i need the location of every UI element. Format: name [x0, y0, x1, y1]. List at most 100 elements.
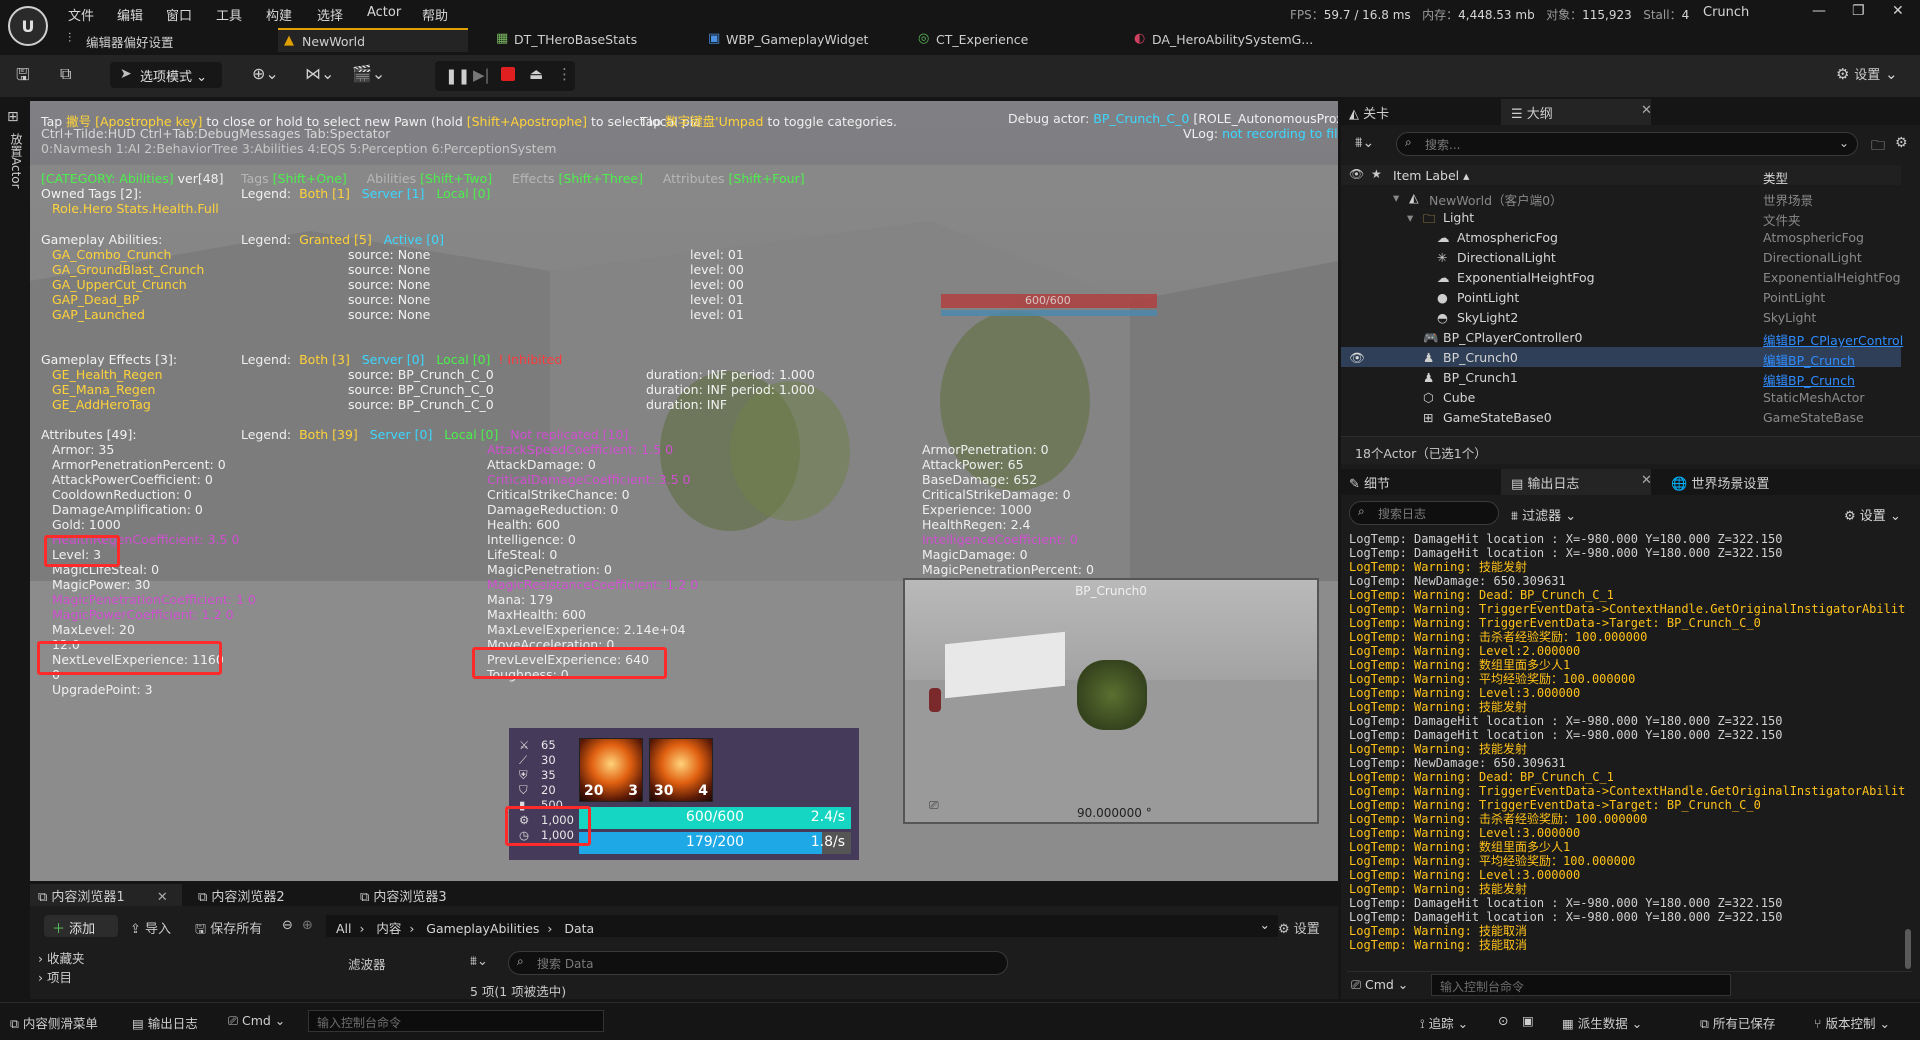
menu-actor[interactable]: Actor — [367, 5, 401, 20]
cb-search-input[interactable]: ⌕ 搜索 Data — [508, 951, 1008, 975]
trace-button[interactable]: ⟟ 追踪 ⌄ — [1420, 1013, 1468, 1032]
output-log-button[interactable]: ▤ 输出日志 — [132, 1013, 198, 1032]
cmd-selector[interactable]: ⎚ Cmd ⌄ — [228, 1013, 285, 1029]
outliner-row[interactable]: ◓ SkyLight2 SkyLight — [1341, 307, 1901, 327]
item-label-column[interactable]: Item Label ▴ — [1393, 168, 1469, 183]
tab-content-browser-3[interactable]: ⧉ 内容浏览器3 — [360, 886, 447, 905]
outliner-row[interactable]: ♟ BP_Crunch0 编辑BP_Crunch 👁 — [1341, 347, 1901, 368]
log-cmd-selector[interactable]: ⎚ Cmd ⌄ — [1351, 977, 1408, 993]
menu-build[interactable]: 构建 — [266, 5, 292, 24]
tab-content-browser-1[interactable]: ⧉ 内容浏览器1 ✕ — [38, 886, 168, 905]
outliner-row[interactable]: ▾ ◭ NewWorld（客户端0） 世界场景 — [1341, 187, 1901, 208]
menu-file[interactable]: 文件 — [68, 5, 94, 24]
cinematics-icon[interactable]: 🎬⌄ — [352, 64, 385, 83]
outliner-row[interactable]: ✳ DirectionalLight DirectionalLight — [1341, 247, 1901, 267]
tab-content-browser-2[interactable]: ⧉ 内容浏览器2 — [198, 886, 285, 905]
tab-levels[interactable]: ◭ 关卡 — [1349, 103, 1389, 122]
type-column[interactable]: 类型 — [1763, 168, 1788, 187]
forward-icon[interactable]: ⊕ — [302, 918, 313, 933]
expand-arrow-icon[interactable]: ▾ — [1407, 210, 1413, 225]
record-icon[interactable]: ⊙ — [1498, 1013, 1508, 1028]
content-drawer-button[interactable]: ⧉ 内容侧滑菜单 — [10, 1013, 98, 1032]
favorites-node[interactable]: › 收藏夹 — [38, 948, 338, 967]
outliner-row[interactable]: ▾ 🗀 Light 文件夹 — [1341, 207, 1901, 228]
tab-editor-preferences[interactable]: ⫶ 编辑器偏好设置 — [62, 28, 262, 52]
outliner-row[interactable]: ● PointLight PointLight — [1341, 287, 1901, 307]
place-actors-icon[interactable]: ⊞ — [7, 109, 19, 125]
selection-mode-button[interactable]: ➤ 选项模式 ⌄ — [110, 62, 222, 88]
close-outliner-icon[interactable]: ✕ — [1641, 103, 1652, 118]
crumb-content[interactable]: 内容 — [376, 921, 401, 936]
tab-wbp-gameplaywidget[interactable]: ▣ WBP_GameplayWidget — [702, 28, 902, 52]
log-search-input[interactable]: ⌕ 搜索日志 — [1349, 501, 1499, 525]
cb-settings-button[interactable]: ⚙ 设置 — [1278, 918, 1320, 937]
crumb-data[interactable]: Data — [564, 921, 594, 936]
outliner-row[interactable]: ⊞ GameStateBase0 GameStateBase — [1341, 407, 1901, 427]
visibility-column-icon[interactable]: 👁 — [1349, 167, 1364, 181]
menu-window[interactable]: 窗口 — [166, 5, 192, 24]
menu-tools[interactable]: 工具 — [216, 5, 242, 24]
tab-ct-experience[interactable]: ◎ CT_Experience — [912, 28, 1072, 52]
outliner-row[interactable]: ☁ AtmosphericFog AtmosphericFog — [1341, 227, 1901, 247]
menu-edit[interactable]: 编辑 — [117, 5, 143, 24]
log-settings-button[interactable]: ⚙ 设置 ⌄ — [1844, 505, 1901, 524]
skill-slot-2[interactable]: 30 4 — [649, 738, 713, 802]
crumb-gameplayabilities[interactable]: GameplayAbilities — [426, 921, 539, 936]
pawn-preview-window[interactable]: BP_Crunch0 ⎚ 90.000000 ° — [903, 578, 1319, 824]
close-log-icon[interactable]: ✕ — [1641, 473, 1652, 488]
expand-arrow-icon[interactable]: ▾ — [1393, 190, 1399, 205]
cb-filter-icon[interactable]: ⩩⌄ — [470, 954, 488, 969]
outliner-row[interactable]: 🎮 BP_CPlayerController0 编辑BP_CPlayerContro… — [1341, 327, 1903, 348]
tab-output-log[interactable]: ▤ 输出日志 — [1511, 473, 1579, 492]
save-icon[interactable]: 🖫 — [16, 64, 30, 91]
log-console-input[interactable]: 输入控制台命令 — [1431, 974, 1731, 996]
crumb-all[interactable]: All — [336, 921, 352, 936]
source-control-button[interactable]: ⑂ 版本控制 ⌄ — [1814, 1013, 1890, 1032]
save-all-button[interactable]: 🖫 保存所有 — [195, 918, 262, 942]
tab-details[interactable]: ✎ 细节 — [1349, 473, 1390, 492]
place-actors-label[interactable]: 放置Actor — [8, 133, 25, 189]
filter-icon[interactable]: ⩩⌄ — [1355, 135, 1374, 151]
back-icon[interactable]: ⊖ — [282, 918, 293, 933]
tab-world-settings[interactable]: 🌐 世界场景设置 — [1671, 473, 1769, 492]
path-dropdown-icon[interactable]: ⌄ — [1260, 917, 1270, 932]
pause-icon[interactable]: ❚❚ — [445, 67, 470, 85]
blueprint-icon[interactable]: ⋈⌄ — [305, 64, 334, 83]
add-button[interactable]: ＋ 添加 — [44, 915, 118, 937]
log-filter-button[interactable]: ⩩ 过滤器 ⌄ — [1511, 505, 1576, 524]
new-folder-icon[interactable]: 🗀 — [1871, 135, 1885, 159]
add-actor-icon[interactable]: ⊕⌄ — [252, 64, 279, 83]
skill-slot-1[interactable]: 20 3 — [579, 738, 643, 802]
outliner-row[interactable]: ☁ ExponentialHeightFog ExponentialHeightFo… — [1341, 267, 1901, 287]
minimize-icon[interactable]: — — [1812, 3, 1826, 19]
step-icon[interactable]: ▶| — [473, 66, 490, 84]
visibility-eye-icon[interactable]: 👁 — [1349, 350, 1365, 366]
restore-icon[interactable]: ❐ — [1852, 3, 1865, 19]
outliner-search-input[interactable]: ⌕ 搜索... ⌄ — [1396, 132, 1858, 156]
eject-icon[interactable]: ⏏ — [529, 65, 543, 83]
tab-dt-herobasestats[interactable]: ▦ DT_THeroBaseStats — [490, 28, 670, 52]
tab-outliner[interactable]: ☰ 大纲 — [1511, 103, 1553, 122]
tab-da-heroabilitysystem[interactable]: ◐ DA_HeroAbilitySystemG... — [1128, 28, 1348, 52]
browse-icon[interactable]: ⧉ — [60, 64, 71, 84]
unreal-logo-icon[interactable]: U — [8, 6, 48, 46]
menu-select[interactable]: 选择 — [317, 5, 343, 24]
project-node[interactable]: › 项目 — [38, 967, 338, 986]
import-button[interactable]: ⇪ 导入 — [130, 918, 171, 937]
outliner-settings-icon[interactable]: ⚙ — [1895, 135, 1908, 151]
filters-label[interactable]: 滤波器 — [348, 954, 386, 973]
more-options-icon[interactable]: ⋮ — [557, 65, 572, 83]
screenshot-icon[interactable]: ▣ — [1522, 1013, 1534, 1028]
derived-data-button[interactable]: ▦ 派生数据 ⌄ — [1562, 1013, 1642, 1032]
stop-icon[interactable] — [501, 67, 515, 81]
pin-column-icon[interactable]: ★ — [1371, 167, 1382, 181]
settings-button[interactable]: ⚙ 设置 ⌄ — [1836, 64, 1898, 83]
console-input[interactable]: 输入控制台命令 — [308, 1010, 604, 1032]
close-icon[interactable]: ✕ — [1892, 3, 1904, 19]
outliner-row[interactable]: ⬡ Cube StaticMeshActor — [1341, 387, 1901, 407]
outliner-row[interactable]: ♟ BP_Crunch1 编辑BP_Crunch — [1341, 367, 1901, 388]
all-saved-button[interactable]: ⧉ 所有已保存 — [1700, 1013, 1775, 1032]
menu-help[interactable]: 帮助 — [422, 5, 448, 24]
camera-icon[interactable]: ⎚ — [929, 798, 939, 813]
tab-newworld[interactable]: ▲ NewWorld — [278, 28, 468, 52]
